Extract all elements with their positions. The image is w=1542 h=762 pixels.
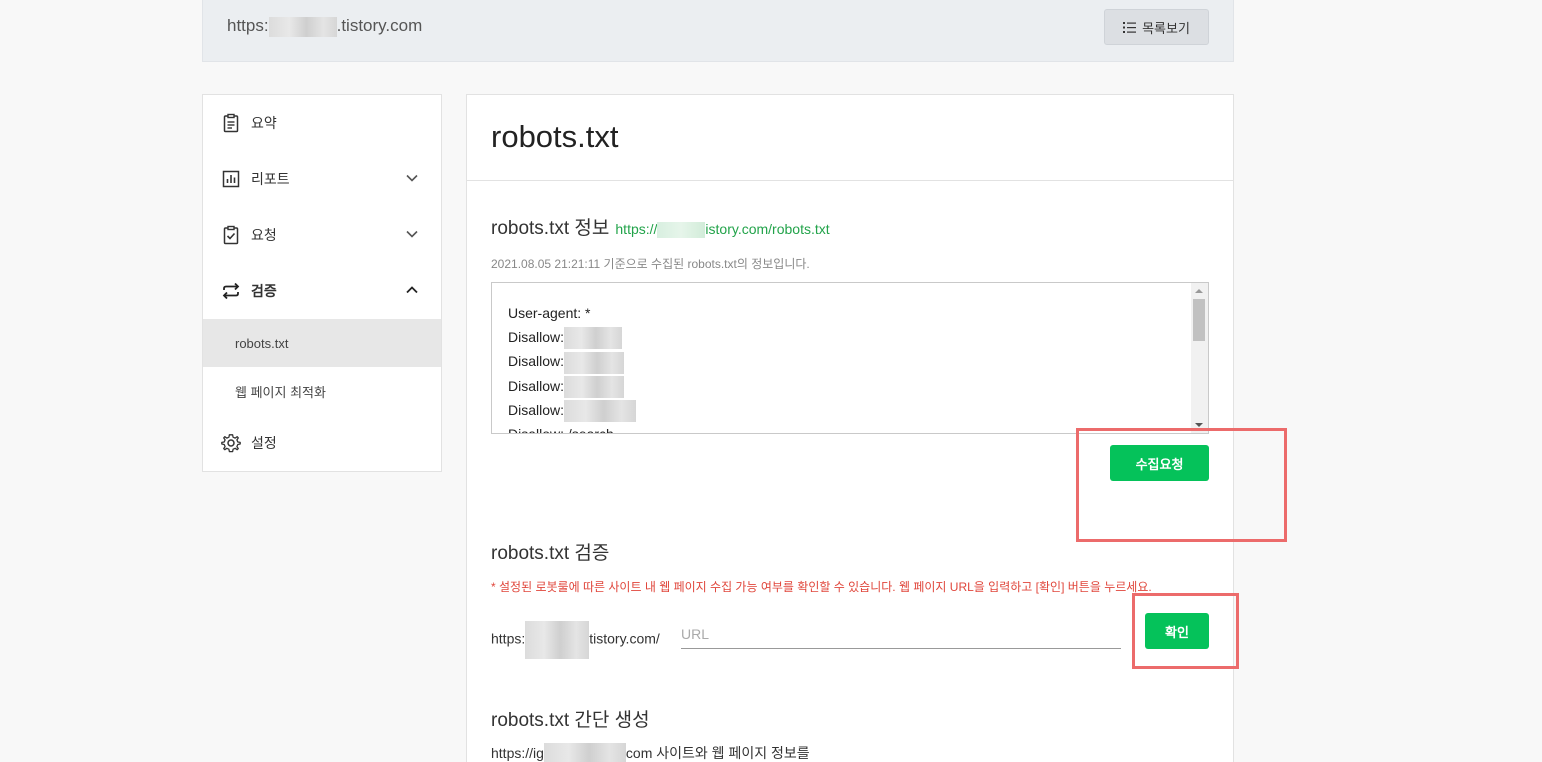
clipboard-icon <box>221 113 241 133</box>
verify-warning: * 설정된 로봇룰에 따른 사이트 내 웹 페이지 수집 가능 여부를 확인할 … <box>491 580 1152 594</box>
redacted-text <box>268 16 337 37</box>
page-title: robots.txt <box>467 95 1233 181</box>
sidebar-subitem-robots[interactable]: robots.txt <box>203 319 441 367</box>
redacted-text <box>657 222 706 239</box>
section-title-info: robots.txt 정보 <box>491 218 610 239</box>
robots-line: Disallow: <box>508 374 1208 398</box>
redacted-text <box>564 375 625 398</box>
sidebar-item-report[interactable]: 리포트 <box>203 151 441 207</box>
redacted-text <box>564 351 625 374</box>
sidebar-item-request[interactable]: 요청 <box>203 207 441 263</box>
sidebar-item-verify[interactable]: 검증 <box>203 263 441 319</box>
checklist-icon <box>221 225 241 245</box>
redacted-text <box>564 327 623 350</box>
section-title-verify: robots.txt 검증 <box>491 543 610 564</box>
redacted-text <box>525 621 590 659</box>
chart-icon <box>221 169 241 189</box>
site-header: https: .tistory.com 목록보기 <box>202 0 1234 62</box>
highlight-box-collect <box>1076 428 1287 542</box>
url-input[interactable] <box>681 615 1121 649</box>
sidebar-item-settings[interactable]: 설정 <box>203 415 441 471</box>
verify-url-prefix: https: tistory.com/ <box>491 621 660 659</box>
scroll-up-arrow-icon[interactable] <box>1195 289 1203 293</box>
sidebar-item-summary[interactable]: 요약 <box>203 95 441 151</box>
redacted-text <box>564 400 637 423</box>
list-view-button[interactable]: 목록보기 <box>1104 9 1209 45</box>
sidebar: 요약 리포트 요청 검증 robots.txt 웹 페이지 최적화 설정 <box>202 94 442 472</box>
scroll-thumb[interactable] <box>1193 299 1205 341</box>
chevron-down-icon <box>406 174 418 182</box>
highlight-box-confirm <box>1132 593 1239 669</box>
site-url: https: .tistory.com <box>227 16 423 37</box>
swap-icon <box>221 281 241 301</box>
robots-line: Disallow: <box>508 325 1208 350</box>
robots-line: Disallow: <box>508 349 1208 374</box>
collected-info-note: 2021.08.05 21:21:11 기준으로 수집된 robots.txt의… <box>491 257 810 271</box>
section-title-generate: robots.txt 간단 생성 <box>491 710 650 731</box>
robots-content-textarea[interactable]: User-agent: * Disallow: Disallow: Disall… <box>491 282 1209 434</box>
robots-line: User-agent: * <box>508 305 591 321</box>
chevron-down-icon <box>406 230 418 238</box>
robots-content: User-agent: * Disallow: Disallow: Disall… <box>492 283 1208 433</box>
generate-description: https://ig com 사이트와 웹 페이지 정보를 <box>491 743 810 762</box>
chevron-up-icon <box>406 286 418 294</box>
robots-info-section: robots.txt 정보 https://istory.com/robots.t… <box>491 213 830 240</box>
redacted-text <box>543 743 626 762</box>
robots-line: Disallow: <box>508 398 1208 423</box>
sidebar-subitem-web-optimization[interactable]: 웹 페이지 최적화 <box>203 367 441 415</box>
scroll-down-arrow-icon[interactable] <box>1195 423 1203 427</box>
list-icon <box>1123 21 1137 33</box>
robots-url-link[interactable]: https://istory.com/robots.txt <box>615 221 830 239</box>
textarea-scrollbar[interactable] <box>1191 283 1208 433</box>
gear-icon <box>221 433 241 453</box>
